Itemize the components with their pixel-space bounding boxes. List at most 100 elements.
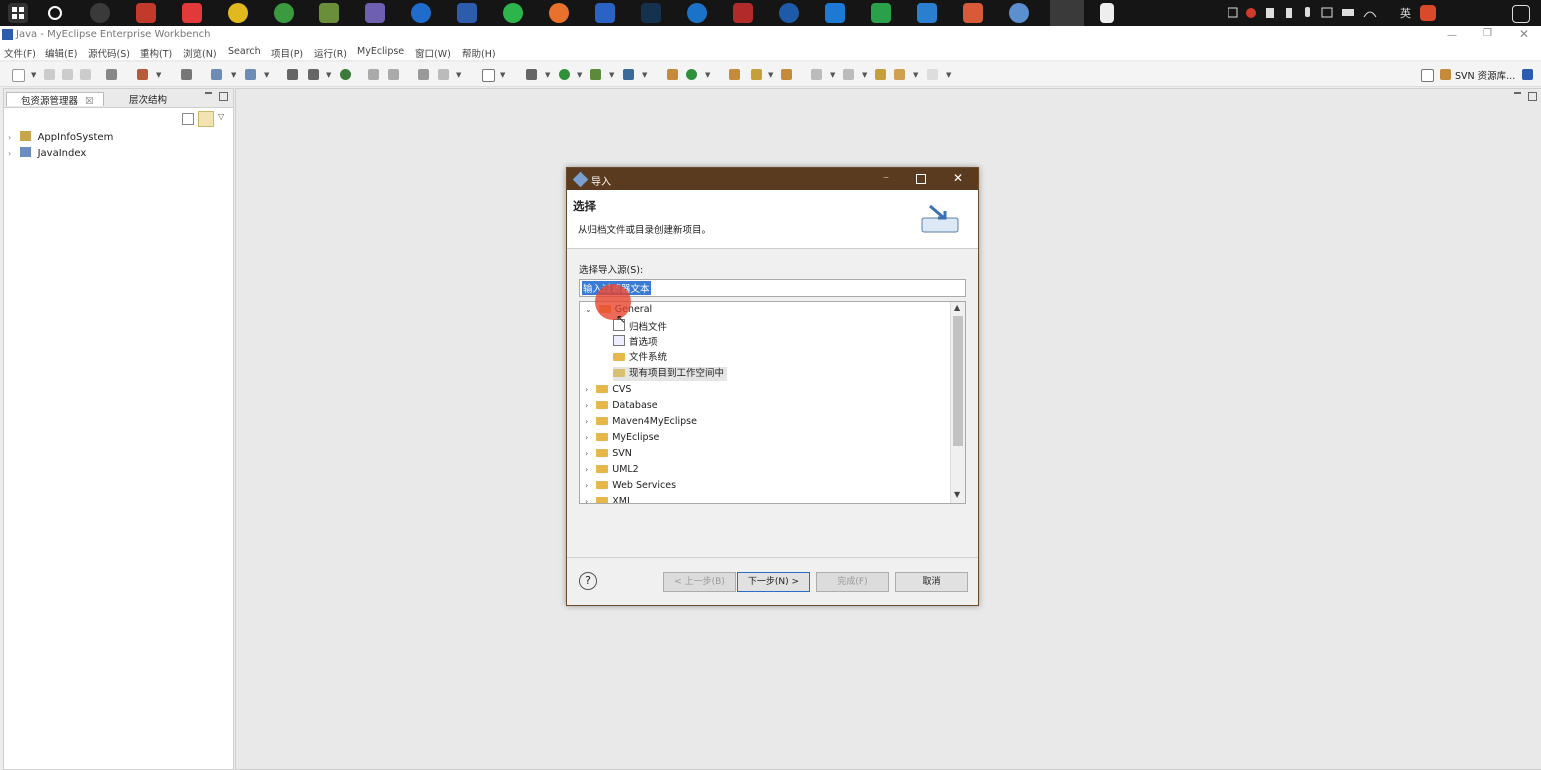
menu-myeclipse[interactable]: MyEclipse — [357, 46, 404, 57]
app-icon-8[interactable] — [1009, 3, 1029, 23]
menu-file[interactable]: 文件(F) — [4, 46, 36, 60]
back-dropdown-icon[interactable]: ▼ — [913, 71, 918, 79]
maximize-panel-icon[interactable] — [219, 92, 228, 101]
refresh-dropdown-icon[interactable]: ▼ — [705, 71, 710, 79]
web-service-icon[interactable] — [245, 69, 256, 80]
collapse-arrow-icon[interactable]: ⌄ — [585, 305, 592, 314]
help-icon[interactable]: ? — [579, 572, 597, 590]
open-folder-icon[interactable] — [729, 69, 740, 80]
webstorm-icon[interactable] — [595, 3, 615, 23]
window-dropdown-icon[interactable]: ▼ — [500, 71, 505, 79]
chrome-icon[interactable] — [274, 3, 294, 23]
expand-arrow-icon[interactable]: › — [585, 401, 588, 410]
pencil-icon[interactable] — [751, 69, 762, 80]
refresh-icon[interactable] — [686, 69, 697, 80]
tree-item-category[interactable]: › Database — [585, 399, 658, 413]
cloud-icon[interactable] — [917, 3, 937, 23]
pencil-dropdown-icon[interactable]: ▼ — [768, 71, 773, 79]
menu-navigate[interactable]: 浏览(N) — [183, 46, 217, 60]
close-button[interactable]: ✕ — [1519, 27, 1529, 41]
save-icon[interactable] — [44, 69, 55, 80]
next-button[interactable]: 下一步(N) > — [737, 572, 810, 592]
sogou-icon[interactable] — [1420, 5, 1436, 21]
firefox-icon[interactable] — [549, 3, 569, 23]
open-resource-icon[interactable] — [388, 69, 399, 80]
minimize-editor-icon[interactable] — [1514, 92, 1521, 94]
ime-indicator[interactable]: 英 — [1400, 5, 1411, 21]
expand-arrow-icon[interactable]: › — [585, 385, 588, 394]
new-dropdown-icon[interactable]: ▼ — [31, 71, 36, 79]
finish-button[interactable]: 完成(F) — [816, 572, 889, 592]
restore-button[interactable]: ❐ — [1483, 28, 1492, 39]
menu-edit[interactable]: 编辑(E) — [45, 46, 77, 60]
team-icon[interactable] — [667, 69, 678, 80]
expand-arrow-icon[interactable]: › — [585, 449, 588, 458]
debug-icon[interactable] — [526, 69, 537, 80]
web-service-dropdown-icon[interactable]: ▼ — [264, 71, 269, 79]
coverage-dropdown-icon[interactable]: ▼ — [609, 71, 614, 79]
expand-arrow-icon[interactable]: › — [8, 133, 11, 142]
external-tools-icon[interactable] — [623, 69, 634, 80]
last-edit-icon[interactable] — [875, 69, 886, 80]
expand-arrow-icon[interactable]: › — [585, 417, 588, 426]
print-icon[interactable] — [80, 69, 91, 80]
vscode-icon[interactable] — [825, 3, 845, 23]
console-icon[interactable] — [106, 69, 117, 80]
new-class-icon[interactable] — [287, 69, 298, 80]
globe-icon[interactable] — [340, 69, 351, 80]
menu-refactor[interactable]: 重构(T) — [140, 46, 172, 60]
cancel-button[interactable]: 取消 — [895, 572, 968, 592]
next-annotation-icon[interactable] — [811, 69, 822, 80]
app-icon-4[interactable] — [641, 3, 661, 23]
notepad-icon[interactable] — [319, 3, 339, 23]
external-tools-dropdown-icon[interactable]: ▼ — [642, 71, 647, 79]
prev-annotation-icon[interactable] — [843, 69, 854, 80]
project-item[interactable]: › JavaIndex — [8, 147, 86, 159]
coverage-icon[interactable] — [590, 69, 601, 80]
import-source-tree[interactable]: ⌄ General 归档文件 首选项 文件系统 现有项目到工作空间中 › CVS… — [579, 301, 966, 504]
search-dropdown-icon[interactable]: ▼ — [456, 71, 461, 79]
prev-annotation-dropdown-icon[interactable]: ▼ — [862, 71, 867, 79]
menu-run[interactable]: 运行(R) — [314, 46, 347, 60]
new-package-icon[interactable] — [308, 69, 319, 80]
search-toolbar-icon[interactable] — [438, 69, 449, 80]
qq-icon[interactable] — [136, 3, 156, 23]
netease-music-icon[interactable] — [182, 3, 202, 23]
app-icon-7[interactable] — [963, 3, 983, 23]
document-icon[interactable] — [1100, 3, 1114, 23]
menu-window[interactable]: 窗口(W) — [415, 46, 451, 60]
dialog-minimize-button[interactable]: – — [883, 170, 889, 184]
dialog-close-button[interactable]: ✕ — [953, 171, 963, 185]
link-editor-icon[interactable] — [198, 111, 214, 127]
expand-arrow-icon[interactable]: › — [585, 497, 588, 503]
start-icon[interactable] — [8, 3, 28, 23]
run-icon[interactable] — [559, 69, 570, 80]
project-item[interactable]: › AppInfoSystem — [8, 131, 113, 143]
scroll-up-icon[interactable]: ▲ — [954, 303, 960, 312]
app-icon-2[interactable] — [228, 3, 248, 23]
wechat-icon[interactable] — [503, 3, 523, 23]
scrollbar-thumb[interactable] — [953, 316, 963, 446]
collapse-all-icon[interactable] — [182, 113, 194, 125]
minimize-panel-icon[interactable] — [205, 92, 212, 94]
app-icon-6[interactable] — [779, 3, 799, 23]
tab-hierarchy[interactable]: 层次结构 — [117, 92, 167, 106]
back-icon[interactable] — [894, 69, 905, 80]
debug-dropdown-icon[interactable]: ▼ — [545, 71, 550, 79]
next-annotation-dropdown-icon[interactable]: ▼ — [830, 71, 835, 79]
search-icon[interactable] — [45, 3, 65, 23]
forward-icon[interactable] — [927, 69, 938, 80]
svn-perspective-button[interactable]: SVN 资源库... — [1455, 68, 1515, 82]
myeclipse-icon[interactable] — [457, 3, 477, 23]
close-tab-icon[interactable]: ☒ — [85, 96, 94, 107]
deploy-dropdown-icon[interactable]: ▼ — [231, 71, 236, 79]
lock-icon[interactable] — [181, 69, 192, 80]
server-dropdown-icon[interactable]: ▼ — [156, 71, 161, 79]
notification-icon[interactable] — [1512, 5, 1530, 23]
expand-arrow-icon[interactable]: › — [585, 465, 588, 474]
view-menu-icon[interactable]: ▽ — [218, 112, 224, 121]
tree-item-category[interactable]: › Maven4MyEclipse — [585, 415, 697, 429]
annotate-icon[interactable] — [781, 69, 792, 80]
open-perspective-icon[interactable] — [1421, 69, 1434, 82]
minimize-button[interactable]: — — [1447, 30, 1457, 41]
